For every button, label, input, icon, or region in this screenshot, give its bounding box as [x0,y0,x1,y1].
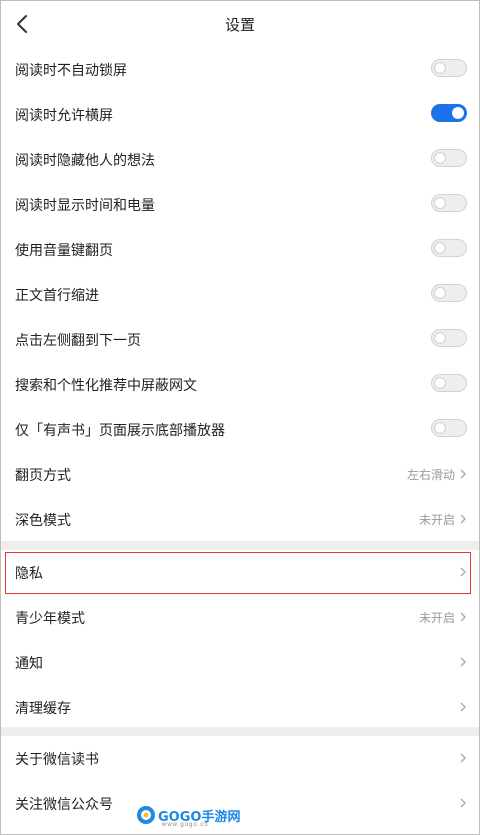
page-turn-mode-row[interactable]: 翻页方式 左右滑动 [1,452,479,497]
row-label: 搜索和个性化推荐中屏蔽网文 [15,377,197,393]
settings-screen: 设置 阅读时不自动锁屏 阅读时允许横屏 阅读时隐藏他人的想法 阅读时显示时间和电… [0,0,480,835]
row-label: 阅读时不自动锁屏 [15,62,127,78]
header: 设置 [1,1,479,47]
toggle-knob [434,332,446,344]
row-label: 正文首行缩进 [15,287,99,303]
toggle-switch[interactable] [431,59,467,77]
row-label: 通知 [15,655,43,671]
toggle-switch[interactable] [431,239,467,257]
toggle-row-block-web-novels[interactable]: 搜索和个性化推荐中屏蔽网文 [1,362,479,407]
row-label: 清理缓存 [15,700,71,716]
chevron-right-icon [460,753,466,763]
toggle-knob [452,107,464,119]
chevron-right-icon [460,657,466,667]
row-label: 阅读时显示时间和电量 [15,197,155,213]
gogo-watermark: GOGO手游网 www.gogo.cn [136,802,240,830]
dark-mode-row[interactable]: 深色模式 未开启 [1,497,479,542]
row-label: 翻页方式 [15,467,71,483]
toggle-row-left-tap-next[interactable]: 点击左侧翻到下一页 [1,317,479,362]
privacy-row[interactable]: 隐私 [1,550,479,595]
toggle-switch[interactable] [431,284,467,302]
toggle-row-show-time-battery[interactable]: 阅读时显示时间和电量 [1,182,479,227]
watermark-subtext: www.gogo.cn [162,822,209,828]
chevron-right-icon [460,514,466,524]
row-label: 使用音量键翻页 [15,242,113,258]
chevron-right-icon [460,612,466,622]
row-label: 仅「有声书」页面展示底部播放器 [15,422,225,438]
about-row[interactable]: 关于微信读书 [1,736,479,781]
notifications-row[interactable]: 通知 [1,640,479,685]
chevron-right-icon [460,469,466,479]
row-value: 左右滑动 [406,468,455,482]
toggle-switch[interactable] [431,194,467,212]
gogo-logo-icon [137,806,155,824]
row-label: 阅读时允许横屏 [15,107,113,123]
section-divider [1,541,479,550]
toggle-row-volume-key-turn[interactable]: 使用音量键翻页 [1,227,479,272]
chevron-right-icon [460,567,466,577]
row-label: 阅读时隐藏他人的想法 [15,152,155,168]
youth-mode-row[interactable]: 青少年模式 未开启 [1,595,479,640]
toggle-knob [434,287,446,299]
toggle-knob [434,62,446,74]
toggle-knob [434,242,446,254]
row-label: 关注微信公众号 [15,796,113,812]
row-label: 关于微信读书 [15,751,99,767]
toggle-switch[interactable] [431,329,467,347]
row-label: 隐私 [15,565,43,581]
toggle-row-no-auto-lock[interactable]: 阅读时不自动锁屏 [1,47,479,92]
section-divider [1,727,479,736]
row-label: 点击左侧翻到下一页 [15,332,141,348]
chevron-right-icon [460,798,466,808]
toggle-row-first-line-indent[interactable]: 正文首行缩进 [1,272,479,317]
clear-cache-row[interactable]: 清理缓存 [1,685,479,730]
toggle-knob [434,422,446,434]
toggle-row-audiobook-player[interactable]: 仅「有声书」页面展示底部播放器 [1,407,479,452]
toggle-row-hide-others-thoughts[interactable]: 阅读时隐藏他人的想法 [1,137,479,182]
row-value: 未开启 [418,611,455,625]
toggle-switch[interactable] [431,149,467,167]
row-value: 未开启 [418,513,455,527]
toggle-knob [434,152,446,164]
toggle-row-allow-landscape[interactable]: 阅读时允许横屏 [1,92,479,137]
toggle-knob [434,377,446,389]
row-label: 青少年模式 [15,610,85,626]
toggle-switch[interactable] [431,419,467,437]
page-title: 设置 [224,17,255,34]
toggle-switch[interactable] [431,104,467,122]
toggle-switch[interactable] [431,374,467,392]
row-label: 深色模式 [15,512,71,528]
chevron-right-icon [460,702,466,712]
toggle-knob [434,197,446,209]
